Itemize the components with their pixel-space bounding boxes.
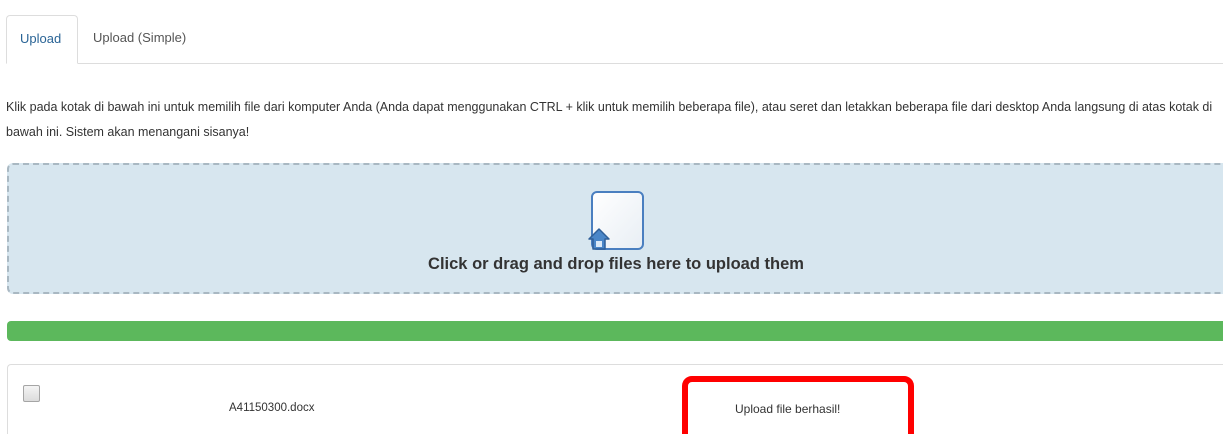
upload-progress-bar [7,321,1223,341]
tab-upload-simple[interactable]: Upload (Simple) [82,15,197,63]
tab-upload[interactable]: Upload [6,15,78,64]
file-name: A41150300.docx [229,402,315,414]
uploaded-file-list: A41150300.docx Upload file berhasil! [7,364,1223,434]
file-upload-icon [588,191,644,250]
dropzone-label: Click or drag and drop files here to upl… [428,255,804,273]
upload-progress-fill [7,321,1223,341]
upload-page: Upload Upload (Simple) Klik pada kotak d… [0,0,1223,434]
tab-bar: Upload Upload (Simple) [6,15,1223,64]
upload-instructions: Klik pada kotak di bawah ini untuk memil… [6,100,1213,139]
file-dropzone[interactable]: Click or drag and drop files here to upl… [7,163,1223,294]
file-select-checkbox[interactable] [23,385,40,402]
upload-status-text: Upload file berhasil! [735,402,841,416]
